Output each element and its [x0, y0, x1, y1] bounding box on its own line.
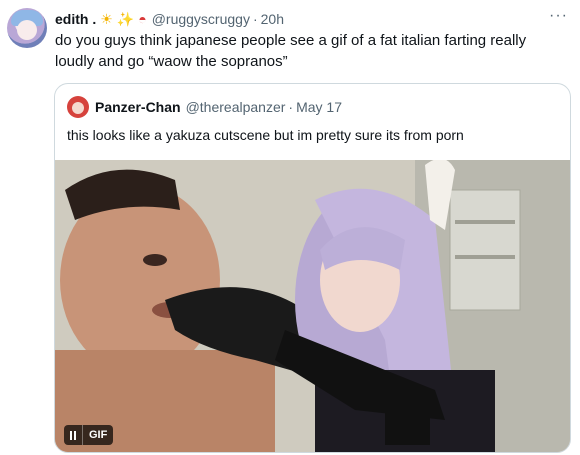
timestamp[interactable]: 20h: [261, 11, 284, 27]
sparkles-emoji-icon: ✨: [116, 11, 135, 27]
more-options-icon[interactable]: ···: [549, 8, 568, 24]
watermelon-emoji-icon: ◓: [138, 11, 147, 27]
pause-icon[interactable]: [64, 425, 83, 445]
tweet-text: do you guys think japanese people see a …: [55, 32, 527, 70]
quoted-user-handle[interactable]: @therealpanzer: [186, 99, 286, 115]
tweet[interactable]: edith . ☀ ✨ ◓ @ruggyscruggy · 20h ··· do…: [0, 0, 580, 455]
avatar-face: [17, 20, 37, 40]
user-handle[interactable]: @ruggyscruggy: [152, 11, 250, 27]
quoted-avatar-face: [72, 102, 84, 114]
gif-badge[interactable]: GIF: [64, 425, 114, 445]
quoted-avatar[interactable]: [67, 96, 89, 118]
gif-label: GIF: [89, 429, 108, 441]
quoted-tweet-text: this looks like a yakuza cutscene but im…: [67, 127, 464, 143]
quoted-display-name[interactable]: Panzer-Chan: [95, 99, 181, 115]
sun-emoji-icon: ☀: [100, 11, 113, 27]
tweet-header: edith . ☀ ✨ ◓ @ruggyscruggy · 20h: [55, 10, 284, 28]
avatar[interactable]: [7, 8, 47, 48]
gif-media[interactable]: GIF: [55, 160, 570, 452]
quoted-tweet-header: Panzer-Chan @therealpanzer · May 17: [67, 96, 342, 118]
quoted-separator-dot: ·: [288, 99, 294, 115]
quoted-date[interactable]: May 17: [296, 99, 342, 115]
display-name[interactable]: edith .: [55, 11, 96, 27]
gif-frame-illustration: [55, 160, 570, 452]
separator-dot: ·: [252, 11, 258, 27]
quoted-tweet[interactable]: Panzer-Chan @therealpanzer · May 17 this…: [54, 83, 571, 453]
